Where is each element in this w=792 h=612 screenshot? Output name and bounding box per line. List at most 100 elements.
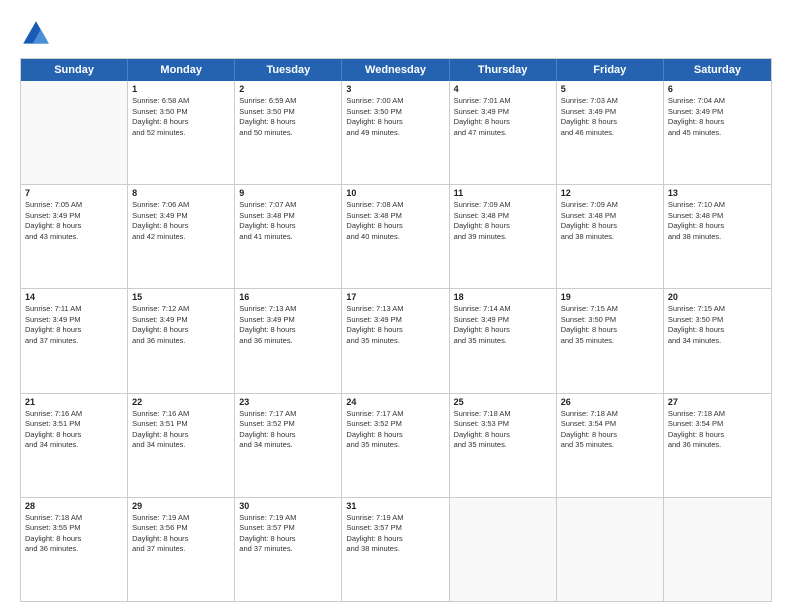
day-number: 3 bbox=[346, 84, 444, 94]
calendar-cell-r1-c3: 10 Sunrise: 7:08 AM Sunset: 3:48 PM Dayl… bbox=[342, 185, 449, 288]
header-wednesday: Wednesday bbox=[342, 59, 449, 81]
daylight-label: Daylight: 8 hours bbox=[346, 430, 444, 441]
day-number: 4 bbox=[454, 84, 552, 94]
calendar-row-1: 7 Sunrise: 7:05 AM Sunset: 3:49 PM Dayli… bbox=[21, 185, 771, 289]
sunrise-line: Sunrise: 7:16 AM bbox=[132, 409, 230, 420]
calendar-body: 1 Sunrise: 6:58 AM Sunset: 3:50 PM Dayli… bbox=[21, 81, 771, 601]
sunset-line: Sunset: 3:48 PM bbox=[561, 211, 659, 222]
sunrise-line: Sunrise: 6:58 AM bbox=[132, 96, 230, 107]
day-number: 6 bbox=[668, 84, 767, 94]
daylight-value: and 37 minutes. bbox=[132, 544, 230, 555]
calendar-cell-r0-c2: 2 Sunrise: 6:59 AM Sunset: 3:50 PM Dayli… bbox=[235, 81, 342, 184]
daylight-value: and 34 minutes. bbox=[668, 336, 767, 347]
day-number: 18 bbox=[454, 292, 552, 302]
sunset-line: Sunset: 3:48 PM bbox=[239, 211, 337, 222]
calendar-cell-r4-c0: 28 Sunrise: 7:18 AM Sunset: 3:55 PM Dayl… bbox=[21, 498, 128, 601]
calendar-row-2: 14 Sunrise: 7:11 AM Sunset: 3:49 PM Dayl… bbox=[21, 289, 771, 393]
calendar-cell-r1-c1: 8 Sunrise: 7:06 AM Sunset: 3:49 PM Dayli… bbox=[128, 185, 235, 288]
day-number: 20 bbox=[668, 292, 767, 302]
daylight-value: and 49 minutes. bbox=[346, 128, 444, 139]
daylight-label: Daylight: 8 hours bbox=[561, 221, 659, 232]
sunset-line: Sunset: 3:54 PM bbox=[668, 419, 767, 430]
day-number: 11 bbox=[454, 188, 552, 198]
calendar-cell-r2-c2: 16 Sunrise: 7:13 AM Sunset: 3:49 PM Dayl… bbox=[235, 289, 342, 392]
daylight-label: Daylight: 8 hours bbox=[132, 325, 230, 336]
daylight-value: and 36 minutes. bbox=[239, 336, 337, 347]
daylight-value: and 52 minutes. bbox=[132, 128, 230, 139]
day-number: 14 bbox=[25, 292, 123, 302]
daylight-label: Daylight: 8 hours bbox=[454, 117, 552, 128]
calendar-cell-r2-c3: 17 Sunrise: 7:13 AM Sunset: 3:49 PM Dayl… bbox=[342, 289, 449, 392]
calendar-cell-r1-c4: 11 Sunrise: 7:09 AM Sunset: 3:48 PM Dayl… bbox=[450, 185, 557, 288]
day-number: 7 bbox=[25, 188, 123, 198]
daylight-label: Daylight: 8 hours bbox=[668, 117, 767, 128]
header-thursday: Thursday bbox=[450, 59, 557, 81]
sunrise-line: Sunrise: 7:16 AM bbox=[25, 409, 123, 420]
sunrise-line: Sunrise: 7:10 AM bbox=[668, 200, 767, 211]
day-number: 17 bbox=[346, 292, 444, 302]
daylight-value: and 43 minutes. bbox=[25, 232, 123, 243]
sunrise-line: Sunrise: 7:04 AM bbox=[668, 96, 767, 107]
daylight-value: and 50 minutes. bbox=[239, 128, 337, 139]
sunrise-line: Sunrise: 7:13 AM bbox=[239, 304, 337, 315]
daylight-label: Daylight: 8 hours bbox=[239, 325, 337, 336]
calendar-cell-r2-c1: 15 Sunrise: 7:12 AM Sunset: 3:49 PM Dayl… bbox=[128, 289, 235, 392]
sunrise-line: Sunrise: 7:00 AM bbox=[346, 96, 444, 107]
daylight-label: Daylight: 8 hours bbox=[346, 221, 444, 232]
calendar-cell-r3-c2: 23 Sunrise: 7:17 AM Sunset: 3:52 PM Dayl… bbox=[235, 394, 342, 497]
day-number: 1 bbox=[132, 84, 230, 94]
daylight-value: and 35 minutes. bbox=[454, 440, 552, 451]
sunset-line: Sunset: 3:51 PM bbox=[25, 419, 123, 430]
daylight-value: and 40 minutes. bbox=[346, 232, 444, 243]
calendar-header: Sunday Monday Tuesday Wednesday Thursday… bbox=[21, 59, 771, 81]
daylight-label: Daylight: 8 hours bbox=[561, 430, 659, 441]
sunrise-line: Sunrise: 7:12 AM bbox=[132, 304, 230, 315]
sunset-line: Sunset: 3:50 PM bbox=[346, 107, 444, 118]
daylight-value: and 36 minutes. bbox=[668, 440, 767, 451]
daylight-value: and 37 minutes. bbox=[25, 336, 123, 347]
sunset-line: Sunset: 3:49 PM bbox=[454, 107, 552, 118]
calendar-cell-r0-c3: 3 Sunrise: 7:00 AM Sunset: 3:50 PM Dayli… bbox=[342, 81, 449, 184]
daylight-label: Daylight: 8 hours bbox=[239, 534, 337, 545]
calendar: Sunday Monday Tuesday Wednesday Thursday… bbox=[20, 58, 772, 602]
calendar-cell-r3-c5: 26 Sunrise: 7:18 AM Sunset: 3:54 PM Dayl… bbox=[557, 394, 664, 497]
header-sunday: Sunday bbox=[21, 59, 128, 81]
daylight-label: Daylight: 8 hours bbox=[239, 221, 337, 232]
sunset-line: Sunset: 3:57 PM bbox=[346, 523, 444, 534]
calendar-cell-r4-c1: 29 Sunrise: 7:19 AM Sunset: 3:56 PM Dayl… bbox=[128, 498, 235, 601]
sunset-line: Sunset: 3:53 PM bbox=[454, 419, 552, 430]
sunset-line: Sunset: 3:52 PM bbox=[346, 419, 444, 430]
calendar-row-3: 21 Sunrise: 7:16 AM Sunset: 3:51 PM Dayl… bbox=[21, 394, 771, 498]
daylight-label: Daylight: 8 hours bbox=[346, 534, 444, 545]
day-number: 24 bbox=[346, 397, 444, 407]
daylight-label: Daylight: 8 hours bbox=[132, 117, 230, 128]
sunrise-line: Sunrise: 7:01 AM bbox=[454, 96, 552, 107]
day-number: 29 bbox=[132, 501, 230, 511]
daylight-label: Daylight: 8 hours bbox=[25, 221, 123, 232]
day-number: 5 bbox=[561, 84, 659, 94]
daylight-label: Daylight: 8 hours bbox=[25, 325, 123, 336]
calendar-cell-r3-c3: 24 Sunrise: 7:17 AM Sunset: 3:52 PM Dayl… bbox=[342, 394, 449, 497]
sunset-line: Sunset: 3:49 PM bbox=[668, 107, 767, 118]
calendar-cell-r4-c5 bbox=[557, 498, 664, 601]
sunset-line: Sunset: 3:48 PM bbox=[346, 211, 444, 222]
sunrise-line: Sunrise: 7:03 AM bbox=[561, 96, 659, 107]
sunrise-line: Sunrise: 7:08 AM bbox=[346, 200, 444, 211]
sunset-line: Sunset: 3:56 PM bbox=[132, 523, 230, 534]
daylight-value: and 39 minutes. bbox=[454, 232, 552, 243]
calendar-cell-r3-c4: 25 Sunrise: 7:18 AM Sunset: 3:53 PM Dayl… bbox=[450, 394, 557, 497]
sunset-line: Sunset: 3:49 PM bbox=[346, 315, 444, 326]
calendar-cell-r1-c2: 9 Sunrise: 7:07 AM Sunset: 3:48 PM Dayli… bbox=[235, 185, 342, 288]
daylight-label: Daylight: 8 hours bbox=[668, 221, 767, 232]
header-tuesday: Tuesday bbox=[235, 59, 342, 81]
day-number: 21 bbox=[25, 397, 123, 407]
day-number: 10 bbox=[346, 188, 444, 198]
calendar-cell-r1-c0: 7 Sunrise: 7:05 AM Sunset: 3:49 PM Dayli… bbox=[21, 185, 128, 288]
calendar-cell-r3-c0: 21 Sunrise: 7:16 AM Sunset: 3:51 PM Dayl… bbox=[21, 394, 128, 497]
header bbox=[20, 18, 772, 50]
day-number: 27 bbox=[668, 397, 767, 407]
daylight-value: and 35 minutes. bbox=[454, 336, 552, 347]
day-number: 19 bbox=[561, 292, 659, 302]
header-monday: Monday bbox=[128, 59, 235, 81]
daylight-value: and 35 minutes. bbox=[346, 336, 444, 347]
